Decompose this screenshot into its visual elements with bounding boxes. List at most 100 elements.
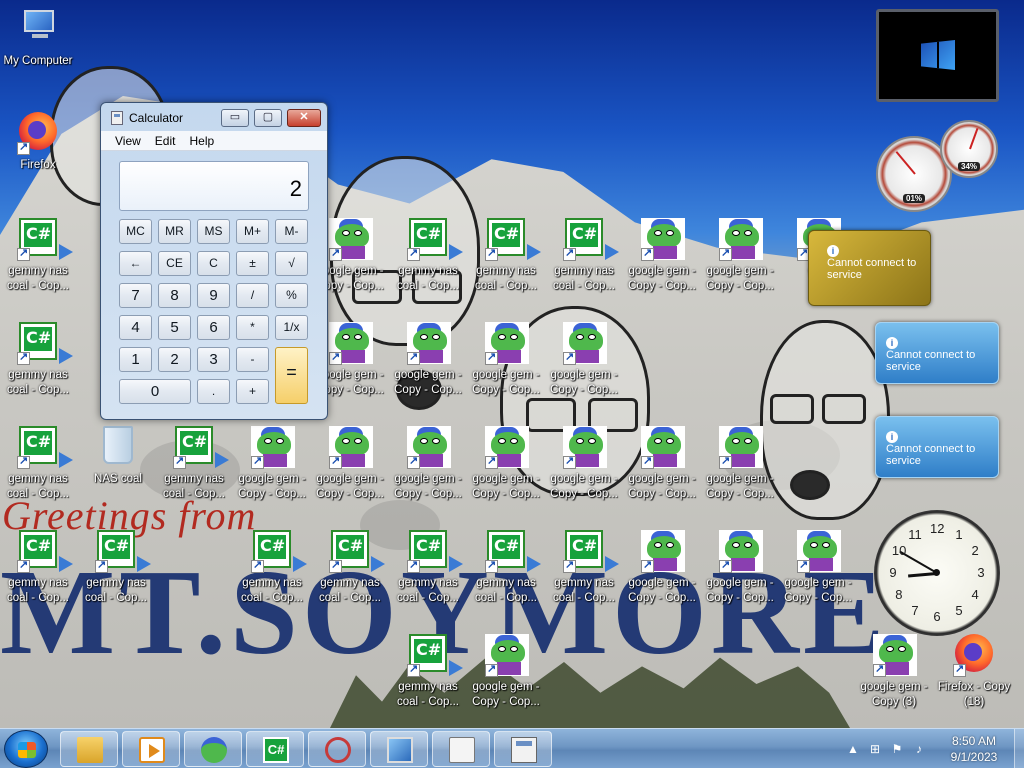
action-center-flag-icon[interactable]: ⚑	[890, 742, 904, 756]
calc-key-2[interactable]: 2	[158, 347, 191, 372]
taskbar-snipping-tool-button[interactable]	[308, 731, 366, 767]
volume-icon[interactable]: ♪	[912, 742, 926, 756]
desktop-icon-gemmy[interactable]: C# gemmy nas coal - Cop...	[390, 634, 466, 710]
desktop-icon-gemmy[interactable]: C# gemmy nas coal - Cop...	[0, 218, 76, 294]
desktop-icon-gemmy[interactable]: C# gemmy nas coal - Cop...	[0, 322, 76, 398]
taskbar-clock[interactable]: 8:50 AM 9/1/2023	[940, 733, 1008, 765]
desktop-icon-google-gem[interactable]: google gem - Copy - Cop...	[390, 426, 466, 502]
shortcut-arrow-icon	[641, 246, 654, 261]
calc-key-multiply[interactable]: *	[236, 315, 269, 340]
slideshow-gadget[interactable]	[876, 9, 999, 102]
maximize-button[interactable]: ▢	[254, 109, 282, 127]
start-button[interactable]	[4, 730, 48, 768]
calc-key-1[interactable]: 1	[119, 347, 152, 372]
desktop-icon-google-gem[interactable]: google gem - Copy - Cop...	[390, 322, 466, 398]
weather-gadget[interactable]: i Cannot connect to service	[808, 230, 931, 306]
network-icon[interactable]: ⊞	[868, 742, 882, 756]
desktop-icon-google-gem[interactable]: google gem - Copy - Cop...	[234, 426, 310, 502]
shortcut-arrow-icon	[329, 454, 342, 469]
desktop-icon-gemmy[interactable]: C# gemmy nas coal - Cop...	[78, 530, 154, 606]
calc-key-c[interactable]: C	[197, 251, 230, 276]
taskbar-keyboard-button[interactable]	[432, 731, 490, 767]
weather-gadget[interactable]: i Cannot connect to service	[875, 322, 999, 384]
taskbar-media-player-button[interactable]	[122, 731, 180, 767]
desktop-icon-firefox[interactable]: Firefox	[0, 112, 76, 173]
calc-key-ms[interactable]: MS	[197, 219, 230, 244]
memory-meter-gadget[interactable]: 34%	[940, 120, 998, 178]
desktop-icon-gemmy[interactable]: C# gemmy nas coal - Cop...	[312, 530, 388, 606]
calc-key-plus[interactable]: +	[236, 379, 269, 404]
desktop-icon-gemmy[interactable]: C# gemmy nas coal - Cop...	[468, 530, 544, 606]
calc-key-minus[interactable]: -	[236, 347, 269, 372]
calc-key-mc[interactable]: MC	[119, 219, 152, 244]
taskbar-csharp-button[interactable]: C#	[246, 731, 304, 767]
shortcut-arrow-icon	[251, 454, 264, 469]
calculator-titlebar[interactable]: Calculator ▭ ▢ ✕	[101, 103, 327, 131]
desktop-icon-gemmy[interactable]: C# gemmy nas coal - Cop...	[390, 530, 466, 606]
minimize-button[interactable]: ▭	[221, 109, 249, 127]
desktop-icon-gemmy[interactable]: C# gemmy nas coal - Cop...	[0, 530, 76, 606]
desktop-icon-google-gem[interactable]: google gem - Copy - Cop...	[546, 426, 622, 502]
clock-gadget[interactable]: 12 1 2 3 4 5 6 7 8 9 10 11	[874, 510, 1000, 636]
calc-key-9[interactable]: 9	[197, 283, 230, 308]
calc-key-plus-minus[interactable]: ±	[236, 251, 269, 276]
desktop-icon-google-gem[interactable]: google gem - Copy - Cop...	[546, 322, 622, 398]
show-hidden-icons-chevron-icon[interactable]: ▲	[846, 742, 860, 756]
calc-key-decimal[interactable]: .	[197, 379, 230, 404]
menu-view[interactable]: View	[115, 134, 141, 148]
calc-key-7[interactable]: 7	[119, 283, 152, 308]
desktop-icon-google-gem[interactable]: google gem - Copy - Cop...	[780, 530, 856, 606]
desktop-icon-google-gem[interactable]: google gem - Copy - Cop...	[468, 322, 544, 398]
desktop-icon-google-gem[interactable]: google gem - Copy - Cop...	[468, 634, 544, 710]
desktop-icon-google-gem[interactable]: google gem - Copy - Cop...	[468, 426, 544, 502]
weather-gadget[interactable]: i Cannot connect to service	[875, 416, 999, 478]
calc-key-m-[interactable]: M-	[275, 219, 308, 244]
clock-numeral: 4	[971, 587, 979, 602]
desktop-icon-gemmy[interactable]: C# gemmy nas coal - Cop...	[390, 218, 466, 294]
calculator-window[interactable]: Calculator ▭ ▢ ✕ View Edit Help 2 MC MR MS…	[100, 102, 328, 420]
calc-key-4[interactable]: 4	[119, 315, 152, 340]
desktop-icon-gemmy[interactable]: C# gemmy nas coal - Cop...	[0, 426, 76, 502]
desktop-icon-gemmy[interactable]: C# gemmy nas coal - Cop...	[546, 218, 622, 294]
calc-key-mr[interactable]: MR	[158, 219, 191, 244]
menu-help[interactable]: Help	[189, 134, 214, 148]
calc-key-0[interactable]: 0	[119, 379, 191, 404]
desktop-icon-gemmy[interactable]: C# gemmy nas coal - Cop...	[546, 530, 622, 606]
calc-key-divide[interactable]: /	[236, 283, 269, 308]
desktop-icon-google-gem[interactable]: google gem - Copy - Cop...	[702, 426, 778, 502]
taskbar-google-gem-button[interactable]	[184, 731, 242, 767]
calc-key-ce[interactable]: CE	[158, 251, 191, 276]
desktop-icon-nas-coal[interactable]: NAS coal	[80, 426, 156, 487]
menu-edit[interactable]: Edit	[155, 134, 176, 148]
calc-key-m+[interactable]: M+	[236, 219, 269, 244]
calc-key-backspace[interactable]: ←	[119, 251, 152, 276]
calc-key-sqrt[interactable]: √	[275, 251, 308, 276]
desktop[interactable]: Greetings from MT.SOYMORE My Computer Fi…	[0, 0, 1024, 728]
taskbar-screen-button[interactable]	[370, 731, 428, 767]
calc-key-reciprocal[interactable]: 1/x	[275, 315, 308, 340]
calc-key-5[interactable]: 5	[158, 315, 191, 340]
desktop-icon-google-gem[interactable]: google gem - Copy - Cop...	[624, 530, 700, 606]
desktop-icon-gemmy[interactable]: C# gemmy nas coal - Cop...	[234, 530, 310, 606]
taskbar: C# ▲ ⊞ ⚑ ♪ 8:50 AM 9/1/2023	[0, 728, 1024, 768]
desktop-icon-google-gem[interactable]: google gem - Copy - Cop...	[624, 426, 700, 502]
calc-key-6[interactable]: 6	[197, 315, 230, 340]
calc-key-8[interactable]: 8	[158, 283, 191, 308]
desktop-icon-firefox-copy-18[interactable]: Firefox - Copy (18)	[936, 634, 1012, 710]
icon-label: google gem - Copy - Cop...	[706, 265, 774, 292]
taskbar-explorer-button[interactable]	[60, 731, 118, 767]
close-button[interactable]: ✕	[287, 109, 321, 127]
desktop-icon-google-gem[interactable]: google gem - Copy - Cop...	[624, 218, 700, 294]
taskbar-calculator-button[interactable]	[494, 731, 552, 767]
calc-key-3[interactable]: 3	[197, 347, 230, 372]
desktop-icon-google-gem[interactable]: google gem - Copy - Cop...	[702, 530, 778, 606]
desktop-icon-google-gem[interactable]: google gem - Copy - Cop...	[312, 426, 388, 502]
desktop-icon-google-gem-copy-3[interactable]: google gem - Copy (3)	[856, 634, 932, 710]
calc-key-percent[interactable]: %	[275, 283, 308, 308]
desktop-icon-my-computer[interactable]: My Computer	[0, 8, 76, 69]
show-desktop-button[interactable]	[1014, 729, 1024, 768]
desktop-icon-google-gem[interactable]: google gem - Copy - Cop...	[702, 218, 778, 294]
desktop-icon-gemmy[interactable]: C# gemmy nas coal - Cop...	[468, 218, 544, 294]
calc-key-equals[interactable]: =	[275, 347, 308, 404]
desktop-icon-gemmy[interactable]: C# gemmy nas coal - Cop...	[156, 426, 232, 502]
